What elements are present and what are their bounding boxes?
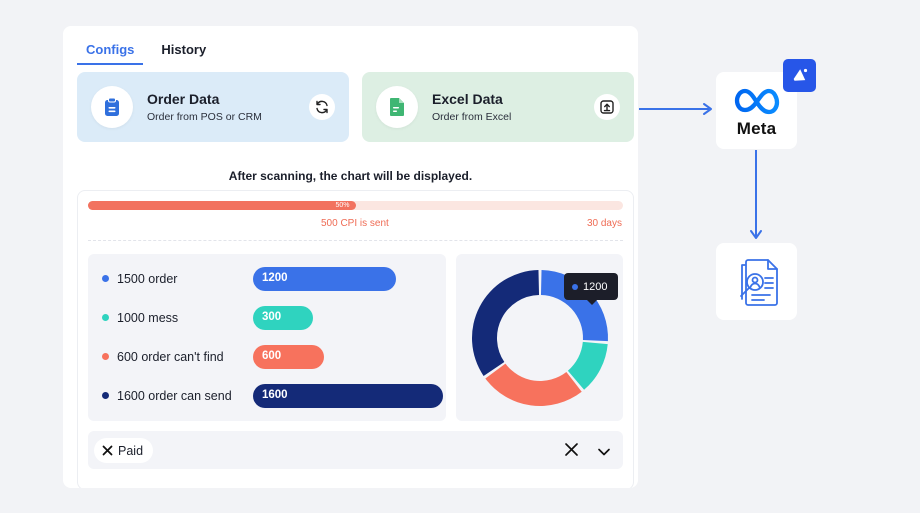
bar-value-label: 1600 <box>262 389 288 401</box>
bar-category-label: 600 order can't find <box>117 350 224 364</box>
bar-row: 1600 order can send 1600 <box>88 384 446 408</box>
bar-row: 1500 order 1200 <box>88 267 446 291</box>
progress-days-label: 30 days <box>586 218 622 229</box>
bar-category-label: 1600 order can send <box>117 389 232 403</box>
donut-slice[interactable] <box>485 363 582 406</box>
order-data-title: Order Data <box>147 91 220 107</box>
tab-history[interactable]: History <box>161 40 215 65</box>
tab-bar: Configs History <box>77 40 215 65</box>
megaphone-icon <box>783 59 816 92</box>
paid-filter-label: Paid <box>118 443 144 458</box>
report-tile <box>716 243 797 320</box>
filter-bar: Paid <box>88 431 623 469</box>
close-icon[interactable] <box>102 445 113 456</box>
clipboard-icon <box>91 86 133 128</box>
legend-dot <box>102 353 109 360</box>
donut-slice[interactable] <box>472 270 540 376</box>
order-data-subtitle: Order from POS or CRM <box>147 111 262 123</box>
order-bar-chart: 1500 order 1200 1000 mess 300 600 order … <box>88 254 446 421</box>
bar: 1200 <box>253 267 396 291</box>
legend-dot <box>102 392 109 399</box>
progress-percent: 50% <box>335 202 350 209</box>
upload-icon[interactable] <box>594 94 620 120</box>
scan-note: After scanning, the chart will be displa… <box>228 169 473 183</box>
chart-tooltip: 1200 <box>564 273 618 305</box>
bar: 1600 <box>253 384 443 408</box>
bar-value-label: 1200 <box>262 272 288 284</box>
order-data-card[interactable]: Order Data Order from POS or CRM <box>77 72 349 142</box>
chart-container: 50% 500 CPI is sent 30 days 1500 order 1… <box>77 190 634 488</box>
progress-sent-label: 500 CPI is sent <box>321 218 389 229</box>
config-panel: Configs History Order Data Order from PO… <box>63 26 638 488</box>
refresh-icon[interactable] <box>309 94 335 120</box>
meta-label: Meta <box>736 119 777 138</box>
bar-value-label: 600 <box>262 350 282 362</box>
paid-filter-chip[interactable]: Paid <box>94 438 154 463</box>
spreadsheet-file-icon <box>376 86 418 128</box>
bar-row: 600 order can't find 600 <box>88 345 446 369</box>
meta-infinity-icon <box>734 88 780 115</box>
tooltip-value: 1200 <box>583 280 608 293</box>
divider <box>88 240 623 241</box>
excel-data-card[interactable]: Excel Data Order from Excel <box>362 72 634 142</box>
bar-category-label: 1500 order <box>117 272 178 286</box>
document-search-icon <box>739 258 778 306</box>
bar-row: 1000 mess 300 <box>88 306 446 330</box>
progress-track: 50% <box>88 201 623 210</box>
bar-value-label: 300 <box>262 311 282 323</box>
bar-category-label: 1000 mess <box>117 311 179 325</box>
excel-data-title: Excel Data <box>432 91 503 107</box>
arrow-to-report <box>750 150 762 239</box>
tab-configs[interactable]: Configs <box>77 40 144 65</box>
clear-filter-icon[interactable] <box>564 442 579 462</box>
chevron-down-icon[interactable] <box>597 444 611 462</box>
bar: 600 <box>253 345 325 369</box>
legend-dot <box>102 275 109 282</box>
excel-data-subtitle: Order from Excel <box>432 111 512 123</box>
donut-chart-panel: 1200 <box>456 254 623 421</box>
legend-dot <box>102 314 109 321</box>
arrow-to-meta <box>639 103 712 115</box>
tooltip-dot <box>572 283 578 290</box>
bar: 300 <box>253 306 313 330</box>
